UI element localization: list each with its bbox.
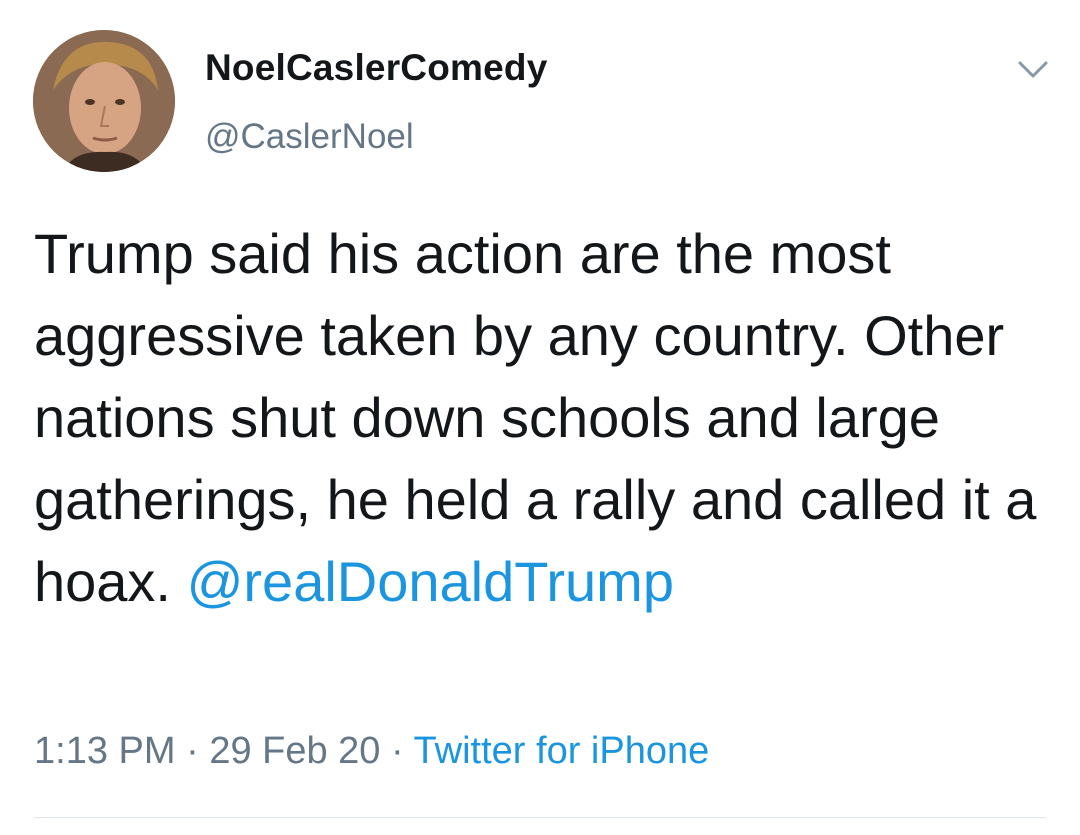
tweet-card: NoelCaslerComedy @CaslerNoel Trump said … bbox=[0, 0, 1080, 835]
avatar-image bbox=[33, 30, 175, 172]
avatar[interactable] bbox=[33, 30, 175, 172]
divider bbox=[34, 817, 1046, 818]
tweet-text: Trump said his action are the most aggre… bbox=[34, 213, 1044, 623]
tweet-date[interactable]: 29 Feb 20 bbox=[209, 730, 380, 772]
chevron-down-icon[interactable] bbox=[1016, 58, 1050, 82]
tweet-time[interactable]: 1:13 PM bbox=[34, 730, 176, 772]
user-handle[interactable]: @CaslerNoel bbox=[205, 117, 414, 157]
tweet-source-link[interactable]: Twitter for iPhone bbox=[414, 730, 710, 772]
tweet-meta: 1:13 PM · 29 Feb 20 · Twitter for iPhone bbox=[34, 730, 709, 773]
meta-separator: · bbox=[186, 730, 199, 772]
display-name[interactable]: NoelCaslerComedy bbox=[205, 47, 548, 89]
meta-separator: · bbox=[391, 730, 404, 772]
mention-link[interactable]: @realDonaldTrump bbox=[187, 550, 674, 613]
